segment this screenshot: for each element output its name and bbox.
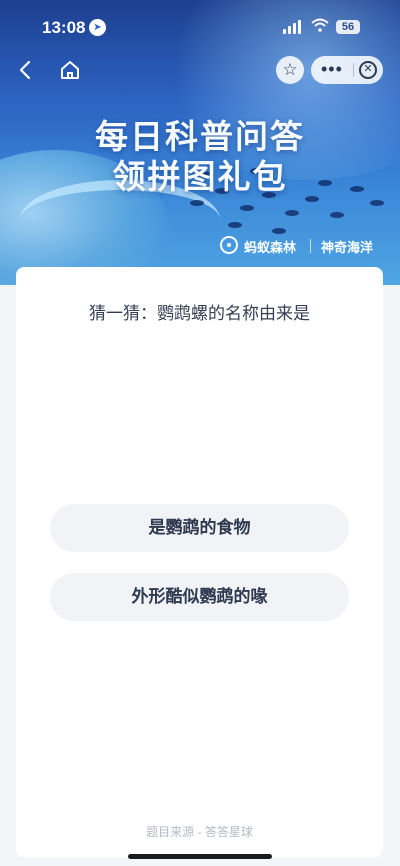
brand-ant-forest: 蚂蚁森林 xyxy=(244,240,297,255)
mini-program-capsule: ••• ✕ xyxy=(311,56,383,84)
home-indicator xyxy=(128,854,272,859)
status-bar: 13:08 ➤ 56 xyxy=(0,0,400,50)
fish xyxy=(285,210,299,216)
location-arrow-icon: ➤ xyxy=(89,19,106,36)
more-icon[interactable]: ••• xyxy=(321,56,343,84)
fish xyxy=(190,200,204,206)
wifi-icon xyxy=(311,18,329,37)
quiz-card: 猜一猜：鹦鹉螺的名称由来是 是鹦鹉的食物 外形酷似鹦鹉的喙 题目来源 - 答答星… xyxy=(16,267,383,857)
fish xyxy=(370,200,384,206)
fish xyxy=(228,222,242,228)
answer-option[interactable]: 外形酷似鹦鹉的喙 xyxy=(50,573,349,621)
brand-divider xyxy=(310,239,311,253)
ant-forest-logo-icon xyxy=(220,236,238,254)
question-source: 题目来源 - 答答星球 xyxy=(146,825,253,839)
close-icon[interactable]: ✕ xyxy=(359,61,377,79)
back-icon[interactable] xyxy=(14,58,38,82)
fish xyxy=(330,212,344,218)
banner-title-line2: 领拼图礼包 xyxy=(112,158,288,195)
brand-magic-ocean: 神奇海洋 xyxy=(321,240,374,255)
star-icon[interactable]: ☆ xyxy=(276,56,304,84)
answer-option[interactable]: 是鹦鹉的食物 xyxy=(50,504,349,552)
capsule-divider xyxy=(353,63,354,77)
fish xyxy=(240,205,254,211)
home-icon[interactable] xyxy=(58,58,82,82)
battery-icon: 56 xyxy=(336,20,360,34)
quiz-question: 猜一猜：鹦鹉螺的名称由来是 xyxy=(89,304,310,323)
status-time: 13:08 xyxy=(42,18,86,37)
fish xyxy=(272,228,286,234)
